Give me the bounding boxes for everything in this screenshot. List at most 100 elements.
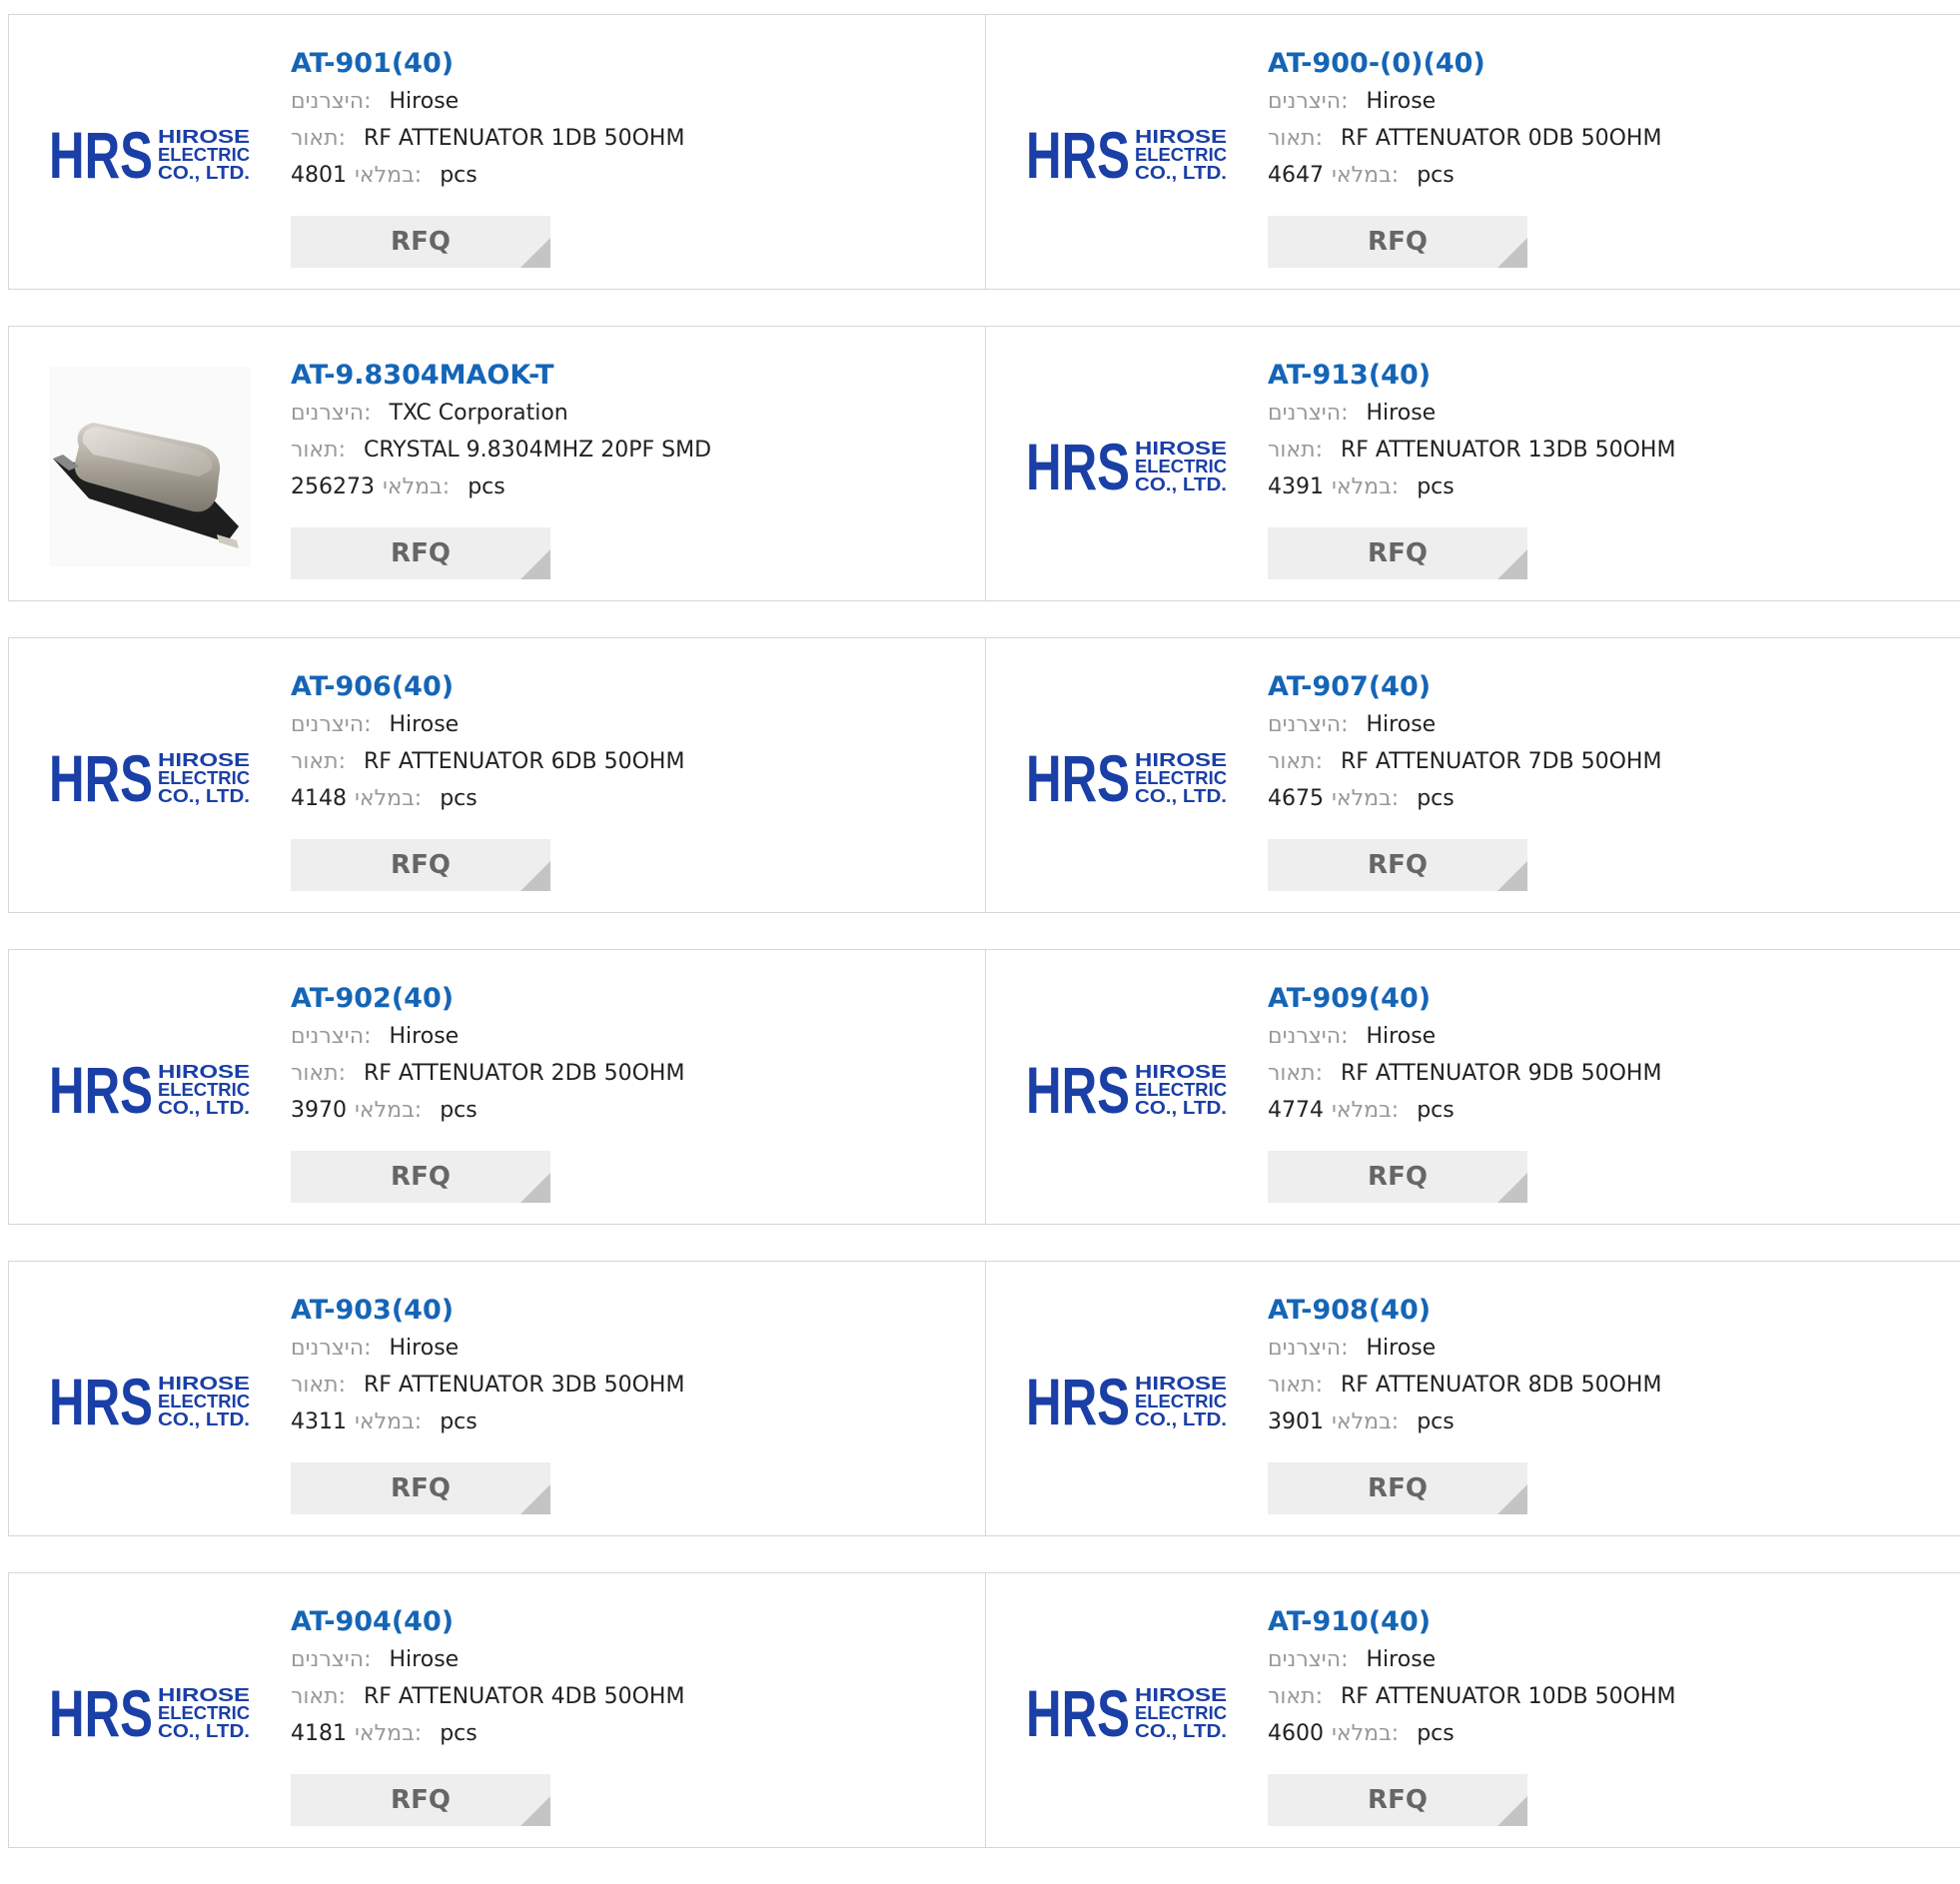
stock-unit: pcs	[440, 1410, 478, 1434]
rfq-button[interactable]: RFQ	[291, 1774, 550, 1826]
product-part-link[interactable]: AT-906(40)	[291, 668, 975, 706]
hrs-logo-icon: HRS HIROSEELECTRICCO., LTD.	[1026, 1060, 1227, 1120]
product-card: HRS HIROSE ELECTRIC CO., LTD. AT-908(40) הי…	[986, 1261, 1960, 1536]
manufacturer-value: Hirose	[389, 712, 460, 737]
product-row: HRS HIROSE ELECTRIC CO., LTD. AT-902(40) הי…	[8, 949, 1960, 1225]
hrs-logo-icon: HRS HIROSEELECTRICCO., LTD.	[49, 1060, 250, 1120]
rfq-button[interactable]: RFQ	[1268, 1774, 1527, 1826]
product-row: AT-9.8304MAOK-T היצרנים: TXC Corporation …	[8, 326, 1960, 601]
hrs-logo-icon: HRS HIROSEELECTRICCO., LTD.	[49, 1372, 250, 1431]
product-part-link[interactable]: AT-904(40)	[291, 1603, 975, 1641]
manufacturer-value: Hirose	[1366, 1336, 1437, 1361]
logo-mark: HRS	[1026, 1060, 1130, 1120]
manufacturer-row: היצרנים: Hirose	[1268, 1330, 1950, 1367]
rfq-button[interactable]: RFQ	[1268, 527, 1527, 579]
manufacturer-label: היצרנים:	[1268, 1024, 1349, 1049]
product-image[interactable]: HRS HIROSE ELECTRIC CO., LTD.	[49, 678, 251, 878]
product-image[interactable]: HRS HIROSE ELECTRIC CO., LTD.	[1026, 678, 1228, 878]
manufacturer-label: היצרנים:	[291, 1024, 372, 1049]
product-image[interactable]: HRS HIROSE ELECTRIC CO., LTD.	[49, 1613, 251, 1813]
rfq-button[interactable]: RFQ	[1268, 1462, 1527, 1514]
product-image[interactable]: HRS HIROSE ELECTRIC CO., LTD.	[1026, 990, 1228, 1190]
description-value: RF ATTENUATOR 2DB 50OHM	[364, 1061, 685, 1086]
corner-triangle-icon	[520, 1484, 550, 1514]
logo-mark: HRS	[1026, 1683, 1130, 1743]
rfq-label: RFQ	[1368, 1785, 1428, 1815]
product-info: AT-909(40) היצרנים: Hirose תאור: RF ATTENU…	[1268, 980, 1950, 1129]
stock-label: במלאי:	[1332, 786, 1400, 811]
product-image[interactable]: HRS HIROSE ELECTRIC CO., LTD.	[1026, 55, 1228, 255]
product-part-link[interactable]: AT-903(40)	[291, 1292, 975, 1330]
product-part-link[interactable]: AT-908(40)	[1268, 1292, 1950, 1330]
stock-quantity: 3970	[291, 1098, 347, 1123]
product-row: HRS HIROSE ELECTRIC CO., LTD. AT-906(40) הי…	[8, 637, 1960, 913]
manufacturer-label: היצרנים:	[1268, 712, 1349, 737]
rfq-button[interactable]: RFQ	[291, 1462, 550, 1514]
stock-quantity: 4181	[291, 1721, 347, 1746]
logo-text: ELECTRIC	[1135, 1080, 1227, 1100]
hrs-logo-icon: HRS HIROSEELECTRICCO., LTD.	[49, 1683, 250, 1743]
stock-unit: pcs	[1417, 163, 1455, 188]
description-value: RF ATTENUATOR 1DB 50OHM	[364, 126, 685, 151]
description-label: תאור:	[1268, 749, 1323, 774]
logo-text: ELECTRIC	[158, 1392, 250, 1412]
description-value: RF ATTENUATOR 9DB 50OHM	[1341, 1061, 1662, 1086]
rfq-button[interactable]: RFQ	[291, 216, 550, 268]
product-image[interactable]: HRS HIROSE ELECTRIC CO., LTD.	[1026, 1613, 1228, 1813]
manufacturer-value: Hirose	[389, 1336, 460, 1361]
product-image[interactable]: HRS HIROSE ELECTRIC CO., LTD.	[49, 55, 251, 255]
product-image[interactable]: HRS HIROSE ELECTRIC CO., LTD.	[49, 1302, 251, 1501]
product-part-link[interactable]: AT-900-(0)(40)	[1268, 45, 1950, 83]
manufacturer-row: היצרנים: Hirose	[291, 706, 975, 743]
manufacturer-row: היצרנים: Hirose	[291, 1018, 975, 1055]
stock-quantity: 4801	[291, 163, 347, 188]
description-row: תאור: RF ATTENUATOR 6DB 50OHM	[291, 743, 975, 780]
corner-triangle-icon	[1497, 861, 1527, 891]
product-image[interactable]	[49, 367, 251, 566]
rfq-label: RFQ	[1368, 1162, 1428, 1192]
stock-label: במלאי:	[355, 163, 423, 188]
description-value: RF ATTENUATOR 7DB 50OHM	[1341, 749, 1662, 774]
manufacturer-label: היצרנים:	[291, 1336, 372, 1361]
rfq-button[interactable]: RFQ	[1268, 1151, 1527, 1203]
product-image[interactable]: HRS HIROSE ELECTRIC CO., LTD.	[1026, 1302, 1228, 1501]
manufacturer-row: היצרנים: Hirose	[291, 1330, 975, 1367]
product-part-link[interactable]: AT-910(40)	[1268, 1603, 1950, 1641]
product-part-link[interactable]: AT-902(40)	[291, 980, 975, 1018]
logo-text: CO., LTD.	[158, 1410, 250, 1429]
rfq-button[interactable]: RFQ	[1268, 216, 1527, 268]
rfq-label: RFQ	[391, 1473, 451, 1503]
stock-quantity: 4647	[1268, 163, 1324, 188]
product-part-link[interactable]: AT-901(40)	[291, 45, 975, 83]
product-part-link[interactable]: AT-9.8304MAOK-T	[291, 357, 975, 395]
stock-row: 4774 במלאי: pcs	[1268, 1092, 1950, 1129]
description-value: RF ATTENUATOR 6DB 50OHM	[364, 749, 685, 774]
product-part-link[interactable]: AT-907(40)	[1268, 668, 1950, 706]
logo-text: ELECTRIC	[1135, 1392, 1227, 1412]
hrs-logo-icon: HRS HIROSEELECTRICCO., LTD.	[1026, 125, 1227, 185]
description-label: תאור:	[291, 749, 346, 774]
rfq-button[interactable]: RFQ	[1268, 839, 1527, 891]
product-part-link[interactable]: AT-909(40)	[1268, 980, 1950, 1018]
manufacturer-label: היצרנים:	[291, 712, 372, 737]
product-image[interactable]: HRS HIROSE ELECTRIC CO., LTD.	[49, 990, 251, 1190]
manufacturer-value: Hirose	[1366, 1647, 1437, 1672]
logo-text: HIROSE	[158, 1062, 250, 1082]
product-card: AT-9.8304MAOK-T היצרנים: TXC Corporation …	[8, 326, 986, 601]
product-card: HRS HIROSE ELECTRIC CO., LTD. AT-907(40) הי…	[986, 637, 1960, 913]
rfq-label: RFQ	[1368, 538, 1428, 568]
corner-triangle-icon	[520, 238, 550, 268]
rfq-button[interactable]: RFQ	[291, 1151, 550, 1203]
description-label: תאור:	[1268, 126, 1323, 151]
logo-text: HIROSE	[1135, 439, 1227, 459]
logo-text: ELECTRIC	[1135, 145, 1227, 165]
rfq-label: RFQ	[391, 850, 451, 880]
stock-row: 4647 במלאי: pcs	[1268, 157, 1950, 194]
product-part-link[interactable]: AT-913(40)	[1268, 357, 1950, 395]
logo-text: ELECTRIC	[158, 1703, 250, 1723]
description-value: RF ATTENUATOR 0DB 50OHM	[1341, 126, 1662, 151]
product-image[interactable]: HRS HIROSE ELECTRIC CO., LTD.	[1026, 367, 1228, 566]
description-label: תאור:	[1268, 1061, 1323, 1086]
rfq-button[interactable]: RFQ	[291, 527, 550, 579]
rfq-button[interactable]: RFQ	[291, 839, 550, 891]
